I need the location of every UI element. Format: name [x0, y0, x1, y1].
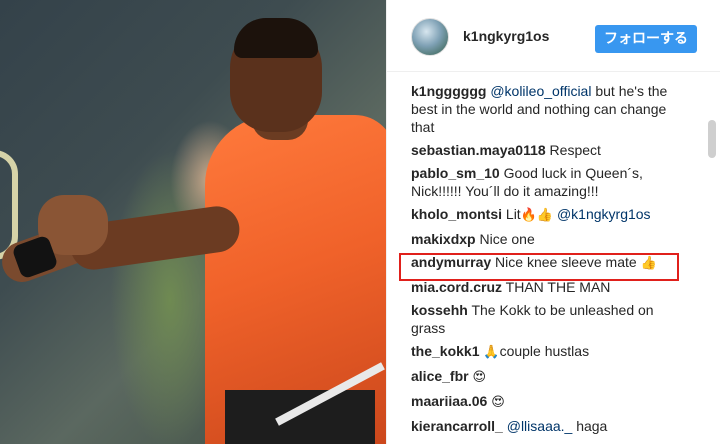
comment: the_kokk1 🙏couple hustlas	[411, 342, 691, 362]
comment-username[interactable]: andymurray	[411, 254, 491, 270]
comment: maariiaa.06 😍	[411, 392, 691, 412]
follow-button[interactable]: フォローする	[595, 25, 697, 53]
comment-text: Nice one	[475, 231, 535, 247]
comment-username[interactable]: k1ngggggg	[411, 83, 486, 99]
comment: kierancarroll_ @llisaaa._ haga	[411, 417, 691, 435]
comment-username[interactable]: sebastian.maya0118	[411, 142, 546, 158]
comment-highlighted: andymurray Nice knee sleeve mate 👍	[411, 253, 691, 273]
comment-username[interactable]: maariiaa.06	[411, 393, 487, 409]
comment-list: k1ngggggg @kolileo_official but he's the…	[411, 82, 691, 440]
scrollbar-thumb[interactable]	[708, 120, 716, 158]
profile-username[interactable]: k1ngkyrg1os	[463, 28, 549, 44]
comment-username[interactable]: kossehh	[411, 302, 468, 318]
comment-username[interactable]: mia.cord.cruz	[411, 279, 502, 295]
thumbs-up-emoji-icon: 👍	[640, 256, 657, 271]
comments-panel: k1ngkyrg1os フォローする k1ngggggg @kolileo_of…	[386, 0, 720, 444]
post-header: k1ngkyrg1os フォローする	[387, 0, 720, 72]
comment: mia.cord.cruz THAN THE MAN	[411, 278, 691, 296]
comment: pablo_sm_10 Good luck in Queen´s, Nick!!…	[411, 164, 691, 200]
comment-username[interactable]: kierancarroll_	[411, 418, 503, 434]
comment-text: haga	[572, 418, 608, 434]
mention-link[interactable]: @k1ngkyrg1os	[557, 206, 651, 222]
mention-link[interactable]: @llisaaa._	[507, 418, 573, 434]
post-photo[interactable]	[0, 0, 386, 444]
comment: kholo_montsi Lit🔥👍 @k1ngkyrg1os	[411, 205, 691, 225]
avatar[interactable]	[411, 18, 449, 56]
comment-username[interactable]: kholo_montsi	[411, 206, 502, 222]
comment-username[interactable]: pablo_sm_10	[411, 165, 500, 181]
comment: kossehh The Kokk to be unleashed on gras…	[411, 301, 691, 337]
comment-username[interactable]: makixdxp	[411, 231, 476, 247]
fire-thumbs-emoji-icon: 🔥👍	[520, 208, 554, 223]
mention-link[interactable]: @kolileo_official	[490, 83, 591, 99]
comment: alice_fbr 😍	[411, 367, 691, 387]
comment-text: couple hustlas	[499, 343, 590, 359]
praying-hands-emoji-icon: 🙏	[483, 345, 500, 360]
comment-text: THAN THE MAN	[502, 279, 611, 295]
comment: sebastian.maya0118 Respect	[411, 141, 691, 159]
comment: makixdxp Nice one	[411, 230, 691, 248]
comment-text: Nice knee sleeve mate	[491, 254, 641, 270]
player-hair	[234, 18, 318, 58]
player-shorts	[225, 390, 375, 444]
comment: k1ngggggg @kolileo_official but he's the…	[411, 82, 691, 136]
comment-username[interactable]: alice_fbr	[411, 368, 469, 384]
comment-text: Respect	[545, 142, 601, 158]
comment-username[interactable]: the_kokk1	[411, 343, 479, 359]
heart-eyes-emoji-icon: 😍	[472, 370, 487, 385]
heart-eyes-emoji-icon: 😍	[491, 395, 505, 410]
comment-text: Lit	[502, 206, 521, 222]
